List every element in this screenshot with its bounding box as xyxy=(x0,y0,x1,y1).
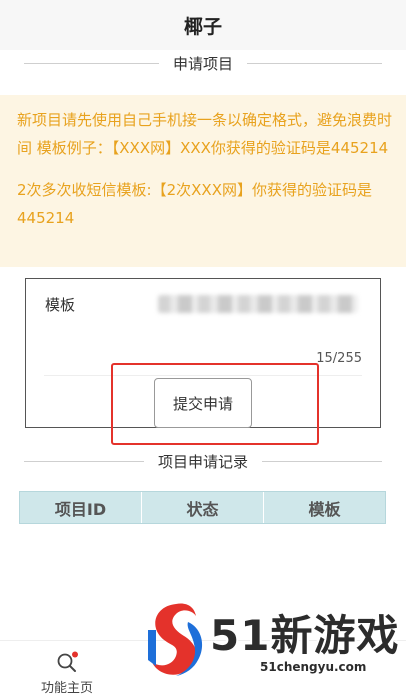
app-title: 椰子 xyxy=(183,15,222,38)
apply-section-title: 申请项目 xyxy=(173,54,234,73)
column-header-project-id: 项目ID xyxy=(54,499,107,519)
watermark-brand: 51新游戏 xyxy=(210,611,400,660)
template-input-blurred[interactable] xyxy=(158,295,358,313)
watermark: 51新游戏 51chengyu.com xyxy=(146,598,406,693)
column-header-status: 状态 xyxy=(141,492,263,523)
notice-box: 新项目请先使用自己手机接一条以确定格式，避免浪费时间 模板例子：【XXX网】XX… xyxy=(0,95,406,267)
template-label: 模板 xyxy=(45,296,76,314)
apply-section-divider: 申请项目 xyxy=(24,53,383,73)
search-icon xyxy=(57,651,78,672)
highlight-box xyxy=(111,363,319,445)
app-header: 椰子 xyxy=(0,0,406,50)
tab-home[interactable]: 功能主页 xyxy=(28,649,106,695)
divider-line-right xyxy=(262,460,383,462)
char-counter: 15/255 xyxy=(316,351,362,366)
column-header-template: 模板 xyxy=(263,492,385,523)
notice-text-1: 新项目请先使用自己手机接一条以确定格式，避免浪费时间 模板例子：【XXX网】XX… xyxy=(17,111,393,157)
divider-line-left xyxy=(24,460,144,462)
notice-text-2: 2次多次收短信模板:【2次XXX网】你获得的验证码是445214 xyxy=(17,181,372,227)
records-table-header: 项目ID 状态 模板 xyxy=(19,491,386,524)
divider-line-left xyxy=(24,62,159,64)
divider-line-right xyxy=(247,62,383,64)
tab-home-label: 功能主页 xyxy=(40,681,93,695)
watermark-logo-icon xyxy=(148,603,203,676)
records-section-divider: 项目申请记录 xyxy=(24,451,383,471)
watermark-url: 51chengyu.com xyxy=(260,660,367,674)
notification-dot xyxy=(72,651,78,658)
records-section-title: 项目申请记录 xyxy=(158,452,249,471)
